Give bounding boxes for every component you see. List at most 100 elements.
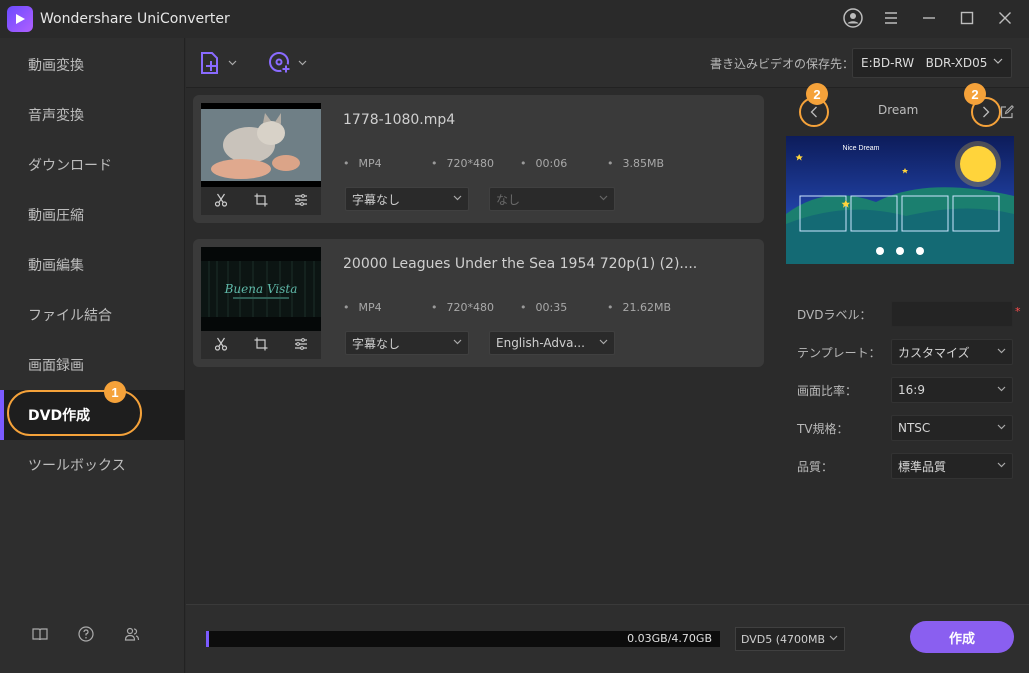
- scissors-icon[interactable]: [214, 336, 228, 355]
- thumbnail-title-text: Buena Vista: [224, 282, 298, 296]
- sidebar-item-label: 音声変換: [28, 108, 84, 124]
- effects-icon[interactable]: [294, 336, 308, 355]
- effects-icon[interactable]: [294, 192, 308, 211]
- app-logo-icon: [7, 6, 33, 32]
- chevron-down-icon: [997, 348, 1006, 354]
- file-card[interactable]: 1778-1080.mp4 MP4 720*480 00:06 3.85MB 字…: [193, 95, 764, 223]
- account-icon[interactable]: [841, 6, 865, 30]
- sidebar-item-video-convert[interactable]: 動画変換: [0, 40, 185, 90]
- users-icon[interactable]: [124, 626, 140, 642]
- chevron-down-icon: [997, 386, 1006, 392]
- disc-usage-text: 0.03GB/4.70GB: [627, 632, 712, 645]
- add-disc-button[interactable]: [268, 51, 307, 75]
- video-thumbnail[interactable]: Buena Vista: [201, 247, 321, 331]
- tv-standard-label: TV規格：: [797, 422, 849, 436]
- tv-standard-select[interactable]: NTSC: [891, 415, 1013, 441]
- destination-select[interactable]: E:BD-RW BDR-XD05: [852, 48, 1012, 78]
- chevron-down-icon: [453, 195, 462, 201]
- aspect-ratio-label: 画面比率：: [797, 384, 858, 398]
- template-option-label: テンプレート：: [797, 346, 881, 360]
- chevron-down-icon: [829, 635, 838, 641]
- sidebar-item-edit[interactable]: 動画編集: [0, 240, 185, 290]
- sidebar-item-label: 動画圧縮: [28, 208, 84, 224]
- add-disc-icon: [269, 52, 291, 74]
- audio-track-value: English-Adva...: [496, 336, 585, 350]
- chevron-right-icon: [983, 106, 990, 118]
- scissors-icon[interactable]: [214, 192, 228, 211]
- add-file-button[interactable]: [200, 51, 237, 75]
- audio-track-value: なし: [496, 192, 521, 207]
- chevron-down-icon: [997, 462, 1006, 468]
- sidebar-item-audio-convert[interactable]: 音声変換: [0, 90, 185, 140]
- file-card[interactable]: Buena Vista 20000 Leagues Under the Sea …: [193, 239, 764, 367]
- app-title: Wondershare UniConverter: [40, 11, 230, 27]
- template-select[interactable]: カスタマイズ: [891, 339, 1013, 365]
- disc-type-value: DVD5 (4700MB: [741, 632, 826, 646]
- crop-icon[interactable]: [254, 336, 268, 355]
- chevron-down-icon: [997, 424, 1006, 430]
- audio-track-select[interactable]: English-Adva...: [489, 331, 615, 355]
- quality-label: 品質：: [797, 460, 834, 474]
- chevron-down-icon: [599, 339, 608, 345]
- menu-icon[interactable]: [879, 6, 903, 30]
- sidebar-item-label: ツールボックス: [28, 458, 126, 474]
- annotation-badge: 2: [964, 83, 986, 105]
- sidebar-item-toolbox[interactable]: ツールボックス: [0, 440, 185, 490]
- disc-type-select[interactable]: DVD5 (4700MB: [735, 627, 845, 651]
- minimize-icon[interactable]: [917, 6, 941, 30]
- sidebar-item-label: 動画編集: [28, 258, 84, 274]
- annotation-badge: 1: [104, 381, 126, 403]
- quality-select[interactable]: 標準品質: [891, 453, 1013, 479]
- maximize-icon[interactable]: [955, 6, 979, 30]
- file-resolution: 720*480: [431, 301, 495, 314]
- sidebar-item-merge[interactable]: ファイル結合: [0, 290, 185, 340]
- template-name: Dream: [878, 103, 919, 117]
- dvd-label-label: DVDラベル：: [797, 308, 872, 322]
- annotation-badge: 2: [806, 83, 828, 105]
- disc-usage-bar: 0.03GB/4.70GB: [206, 631, 720, 647]
- sidebar-item-label: 画面録画: [28, 358, 84, 374]
- file-name: 20000 Leagues Under the Sea 1954 720p(1)…: [343, 256, 698, 272]
- chevron-down-icon: [228, 60, 237, 66]
- quality-value: 標準品質: [898, 459, 947, 474]
- clip-tools: [201, 187, 321, 215]
- chevron-down-icon: [298, 60, 307, 66]
- subtitle-value: 字幕なし: [352, 336, 401, 351]
- file-size: 21.62MB: [607, 301, 672, 314]
- aspect-ratio-value: 16:9: [898, 383, 925, 397]
- close-icon[interactable]: [993, 6, 1017, 30]
- chevron-down-icon: [599, 195, 608, 201]
- destination-label: 書き込みビデオの保存先：: [710, 57, 855, 71]
- destination-value: E:BD-RW BDR-XD05: [861, 56, 988, 70]
- title-bar: Wondershare UniConverter: [0, 0, 1029, 38]
- chevron-down-icon: [993, 58, 1003, 64]
- file-list: 1778-1080.mp4 MP4 720*480 00:06 3.85MB 字…: [186, 88, 776, 604]
- video-thumbnail[interactable]: [201, 103, 321, 187]
- file-resolution: 720*480: [431, 157, 495, 170]
- crop-icon[interactable]: [254, 192, 268, 211]
- template-option-value: カスタマイズ: [898, 345, 970, 360]
- sidebar-item-label: 動画変換: [28, 58, 84, 74]
- subtitle-select[interactable]: 字幕なし: [345, 331, 469, 355]
- add-file-icon: [201, 52, 218, 74]
- dvd-label-input[interactable]: [891, 301, 1013, 327]
- aspect-ratio-select[interactable]: 16:9: [891, 377, 1013, 403]
- help-icon[interactable]: [78, 626, 94, 642]
- bottom-bar: 0.03GB/4.70GB DVD5 (4700MB 作成: [186, 604, 1029, 673]
- sidebar-item-label: ファイル結合: [28, 308, 112, 324]
- book-icon[interactable]: [32, 626, 48, 642]
- edit-template-icon[interactable]: [1000, 104, 1014, 123]
- audio-track-select[interactable]: なし: [489, 187, 615, 211]
- tv-standard-value: NTSC: [898, 421, 931, 435]
- create-button[interactable]: 作成: [910, 621, 1014, 653]
- chevron-left-icon: [810, 106, 817, 118]
- sidebar: 動画変換 音声変換 ダウンロード 動画圧縮 動画編集 ファイル結合 画面録画 D…: [0, 38, 185, 673]
- subtitle-select[interactable]: 字幕なし: [345, 187, 469, 211]
- preview-title: Nice Dream: [843, 145, 880, 152]
- sidebar-item-screen-record[interactable]: 画面録画: [0, 340, 185, 390]
- sidebar-item-download[interactable]: ダウンロード: [0, 140, 185, 190]
- sidebar-item-compress[interactable]: 動画圧縮: [0, 190, 185, 240]
- chevron-down-icon: [453, 339, 462, 345]
- template-panel: 2 Dream 2 Nice Dream DVDラベル： * テンプレート： カ…: [777, 83, 1029, 604]
- template-preview[interactable]: Nice Dream: [786, 136, 1014, 264]
